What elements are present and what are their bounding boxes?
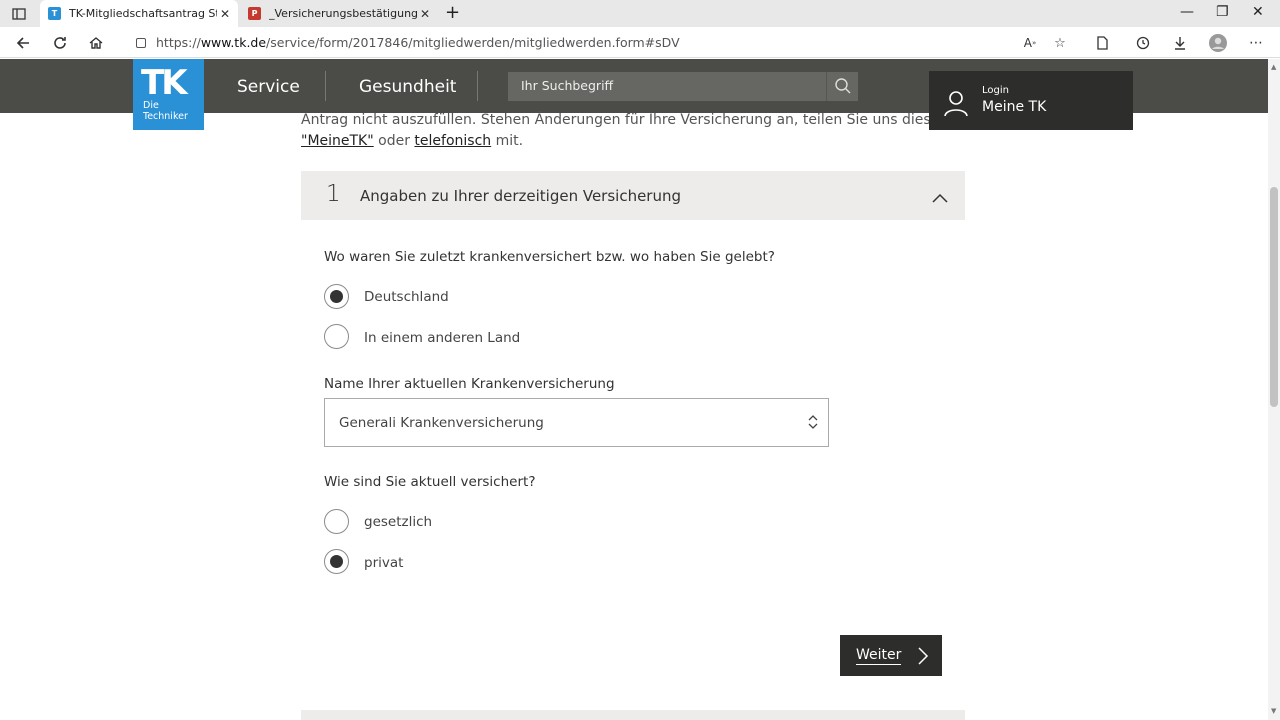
favorite-star-icon[interactable]: ☆	[1049, 32, 1071, 54]
back-icon[interactable]	[12, 32, 34, 54]
browser-tab-active[interactable]: T TK-Mitgliedschaftsantrag Studien ✕	[40, 0, 238, 27]
tab-title: TK-Mitgliedschaftsantrag Studien	[69, 7, 217, 20]
chevron-up-icon[interactable]	[932, 188, 948, 207]
question-insurance-type: Wie sind Sie aktuell versichert?	[324, 474, 536, 490]
next-section-header	[301, 710, 965, 720]
collections-icon[interactable]	[1091, 32, 1113, 54]
history-icon[interactable]	[1132, 32, 1154, 54]
url-field[interactable]: https://www.tk.de/service/form/2017846/m…	[122, 30, 1082, 55]
scroll-down-icon[interactable]: ▼	[1271, 707, 1276, 715]
read-aloud-icon[interactable]: A»	[1019, 32, 1041, 54]
url-host: www.tk.de	[200, 35, 267, 50]
search-divider	[826, 72, 827, 101]
radio-deutschland[interactable]	[324, 284, 349, 309]
close-tab-icon[interactable]: ✕	[420, 7, 430, 21]
downloads-icon[interactable]	[1169, 32, 1191, 54]
tab-actions-icon[interactable]	[8, 3, 30, 25]
question-insurance-location: Wo waren Sie zuletzt krankenversichert b…	[324, 249, 775, 265]
reload-icon[interactable]	[49, 32, 71, 54]
section-header-1[interactable]: 1 Angaben zu Ihrer derzeitigen Versicher…	[301, 171, 965, 220]
login-label: Login	[982, 85, 1009, 96]
radio-label-privat[interactable]: privat	[364, 555, 403, 571]
home-icon[interactable]	[85, 32, 107, 54]
telefonisch-link[interactable]: telefonisch	[414, 133, 491, 149]
browser-tab-bar: T TK-Mitgliedschaftsantrag Studien ✕ P _…	[0, 0, 1280, 27]
nav-service[interactable]: Service	[237, 77, 300, 97]
url-path: /service/form/2017846/mitgliedwerden/mit…	[266, 35, 680, 50]
more-menu-icon[interactable]: ⋯	[1245, 32, 1267, 54]
scrollbar-thumb[interactable]	[1270, 187, 1278, 407]
section-number: 1	[326, 181, 341, 207]
meine-tk-label: Meine TK	[982, 99, 1047, 115]
insurance-select[interactable]: Generali Krankenversicherung	[324, 398, 829, 447]
nav-divider	[477, 71, 478, 101]
scroll-up-icon[interactable]: ▲	[1271, 63, 1276, 71]
insurance-select-value: Generali Krankenversicherung	[339, 415, 544, 431]
profile-avatar-icon[interactable]	[1207, 32, 1229, 54]
select-arrows-icon	[807, 413, 819, 435]
new-tab-icon[interactable]: +	[445, 2, 460, 23]
tab-title: _Versicherungsbestätigung (1).PDF	[269, 7, 417, 20]
question-insurance-name: Name Ihrer aktuellen Krankenversicherung	[324, 376, 615, 392]
logo-text: Die Techniker	[143, 100, 188, 122]
radio-label-gesetzlich[interactable]: gesetzlich	[364, 514, 432, 530]
user-icon	[943, 89, 969, 121]
page-scrollbar[interactable]: ▲ ▼	[1268, 59, 1280, 720]
pdf-favicon-icon: P	[248, 7, 261, 20]
minimize-icon[interactable]: —	[1180, 4, 1194, 20]
address-bar-row: https://www.tk.de/service/form/2017846/m…	[0, 27, 1280, 58]
tk-page: Service Gesundheit Ihr Suchbegriff TK Di…	[0, 59, 1268, 720]
search-box[interactable]: Ihr Suchbegriff	[508, 72, 858, 101]
radio-label-anderes-land[interactable]: In einem anderen Land	[364, 330, 520, 346]
nav-divider	[325, 71, 326, 101]
lock-icon	[136, 37, 146, 48]
chevron-right-icon	[917, 646, 929, 670]
close-tab-icon[interactable]: ✕	[220, 7, 230, 21]
logo-mark: TK	[141, 63, 188, 103]
radio-gesetzlich[interactable]	[324, 509, 349, 534]
radio-anderes-land[interactable]	[324, 324, 349, 349]
meinetk-link[interactable]: "MeineTK"	[301, 133, 374, 149]
radio-label-deutschland[interactable]: Deutschland	[364, 289, 449, 305]
radio-privat[interactable]	[324, 549, 349, 574]
nav-gesundheit[interactable]: Gesundheit	[359, 77, 456, 97]
close-window-icon[interactable]: ✕	[1252, 4, 1264, 20]
tk-favicon-icon: T	[48, 7, 61, 20]
section-title: Angaben zu Ihrer derzeitigen Versicherun…	[360, 187, 682, 205]
intro-text: Antrag nicht auszufüllen. Stehen Änderun…	[301, 112, 961, 149]
maximize-icon[interactable]: ❐	[1216, 4, 1229, 20]
weiter-button[interactable]: Weiter	[840, 635, 942, 676]
weiter-label: Weiter	[856, 647, 902, 665]
login-meine-tk-button[interactable]: Login Meine TK	[929, 71, 1133, 130]
search-input[interactable]: Ihr Suchbegriff	[521, 78, 613, 93]
url-prefix: https://	[156, 35, 201, 50]
search-icon[interactable]	[834, 77, 852, 95]
browser-tab-pdf[interactable]: P _Versicherungsbestätigung (1).PDF ✕	[240, 0, 438, 27]
tk-logo[interactable]: TK Die Techniker	[133, 59, 204, 130]
